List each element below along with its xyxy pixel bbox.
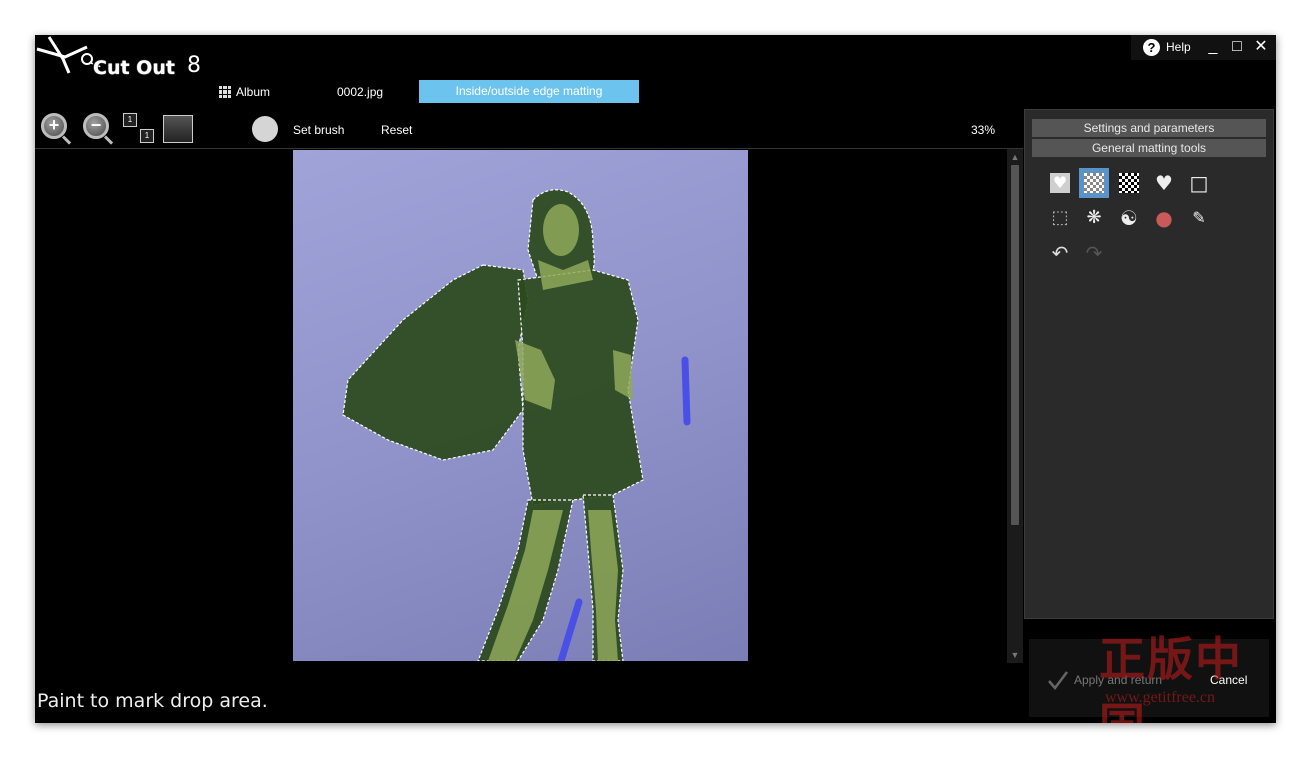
cancel-button[interactable]: Cancel (1210, 673, 1247, 687)
album-button[interactable]: Album (219, 83, 270, 101)
heart-icon: ♥ (1155, 171, 1173, 195)
fit-to-window-button[interactable] (163, 115, 193, 143)
checker-light-icon (1084, 173, 1104, 193)
undo-icon: ↶ (1051, 241, 1069, 265)
logo-version: 8 (187, 53, 201, 78)
grid-icon (219, 86, 231, 98)
blob-brush-tool[interactable]: ❋ (1079, 203, 1109, 233)
color-ball-tool[interactable]: ● (1149, 203, 1179, 233)
app-logo: Cut Out 8 (35, 35, 225, 85)
actual-size-icon: 1 (123, 113, 137, 127)
color-ball-icon: ● (1155, 206, 1173, 230)
scrollbar-thumb[interactable] (1011, 165, 1019, 525)
help-icon[interactable]: ? (1143, 39, 1160, 56)
undo-tool[interactable]: ↶ (1045, 238, 1075, 268)
lasso-tool[interactable]: ⬚ (1045, 203, 1075, 233)
blob-icon: ❋ (1086, 207, 1102, 228)
zoom-in-button[interactable]: + (39, 111, 73, 145)
brush-size-icon[interactable] (252, 116, 278, 142)
close-button[interactable]: ✕ (1251, 37, 1271, 57)
square-tool[interactable]: □ (1184, 168, 1214, 198)
square-icon: □ (1189, 171, 1209, 195)
file-name-tab[interactable]: 0002.jpg (337, 85, 383, 99)
scroll-down-icon[interactable]: ▼ (1007, 649, 1023, 661)
image-canvas[interactable] (35, 149, 1005, 663)
photo-preview[interactable] (293, 150, 748, 661)
heart-icon: ♥ (1052, 173, 1068, 192)
maximize-button[interactable]: □ (1227, 37, 1247, 57)
feather-icon: ✎ (1192, 208, 1206, 227)
feather-tool[interactable]: ✎ (1184, 203, 1214, 233)
yin-yang-icon: ☯ (1120, 206, 1138, 230)
set-brush-button[interactable]: Set brush (293, 123, 344, 137)
apply-and-return-button[interactable]: Apply and return (1074, 673, 1162, 687)
action-bar: Apply and return Cancel (1029, 639, 1269, 717)
canvas-scrollbar[interactable]: ▲ ▼ (1007, 149, 1023, 663)
zoom-out-button[interactable]: − (81, 111, 115, 145)
transparent-checker-tool[interactable] (1079, 168, 1109, 198)
matting-mask (342, 189, 691, 661)
actual-size-button[interactable]: 1 1 (123, 113, 155, 145)
settings-header[interactable]: Settings and parameters (1032, 119, 1266, 137)
heart-tool[interactable]: ♥ (1149, 168, 1179, 198)
checkmark-icon (1048, 671, 1068, 690)
dark-checker-tool[interactable] (1114, 168, 1144, 198)
status-message: Paint to mark drop area. (37, 690, 268, 712)
redo-icon: ↷ (1085, 241, 1103, 265)
help-button[interactable]: Help (1166, 40, 1191, 54)
reset-button[interactable]: Reset (381, 123, 412, 137)
zoom-level: 33% (971, 123, 996, 137)
checker-dark-icon (1119, 173, 1139, 193)
album-label: Album (236, 85, 271, 99)
tools-panel: Settings and parameters General matting … (1024, 109, 1274, 619)
lasso-icon: ⬚ (1051, 207, 1069, 228)
app-window: Cut Out 8 ? Help _ □ ✕ Album 0002.jpg In… (35, 35, 1276, 723)
yin-yang-tool[interactable]: ☯ (1114, 203, 1144, 233)
title-bar-controls: ? Help _ □ ✕ (1131, 35, 1276, 60)
logo-text: Cut Out (93, 57, 175, 79)
minimize-button[interactable]: _ (1203, 37, 1223, 57)
scroll-up-icon[interactable]: ▲ (1007, 151, 1023, 163)
redo-tool[interactable]: ↷ (1079, 238, 1109, 268)
tools-header[interactable]: General matting tools (1032, 139, 1266, 157)
matting-mode-tab[interactable]: Inside/outside edge matting (419, 80, 639, 103)
keep-heart-tool[interactable]: ♥ (1045, 168, 1075, 198)
